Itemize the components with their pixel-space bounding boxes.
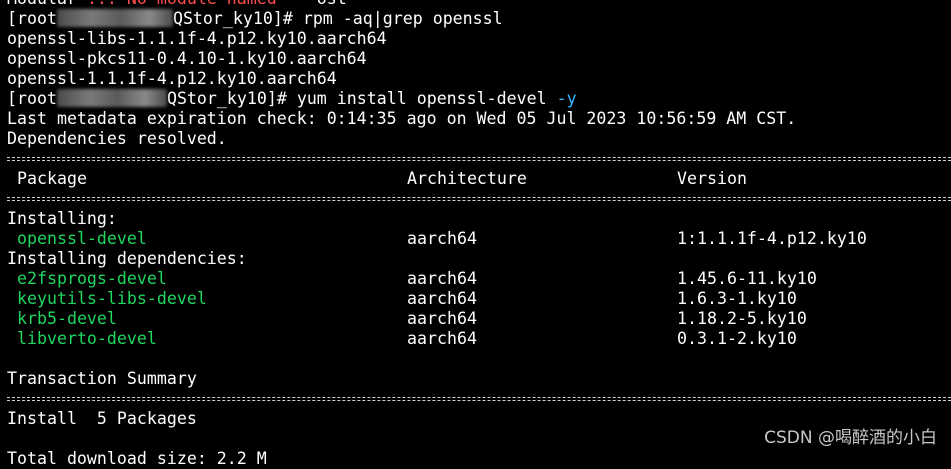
separator-rule: [7, 149, 951, 169]
package-arch: aarch64: [407, 269, 477, 288]
package-name: krb5-devel: [17, 309, 117, 328]
metadata-line: Last metadata expiration check: 0:14:35 …: [7, 109, 797, 128]
package-arch: aarch64: [407, 309, 477, 328]
package-version: 1.18.2-5.ky10: [677, 309, 807, 328]
installing-label: Installing:: [7, 209, 117, 228]
rpm-command-line: [root QStor_ky10]# rpm -aq|grep openssl: [7, 9, 951, 29]
terminal-text: Modular: [7, 0, 87, 8]
rpm-command: rpm -aq|grep openssl: [302, 9, 503, 28]
redacted-hostname: [56, 9, 173, 27]
separator-rule: [7, 389, 951, 409]
csdn-watermark: CSDN @喝醉酒的小白: [764, 428, 937, 448]
package-version: 1.6.3-1.ky10: [677, 289, 797, 308]
prompt-user: [root: [7, 89, 57, 108]
package-name: e2fsprogs-devel: [17, 269, 167, 288]
yum-flag: -y: [556, 89, 577, 108]
package-name: libverto-devel: [17, 329, 157, 348]
terminal-output[interactable]: Modular ... No module named ost [root QSt…: [7, 0, 951, 469]
package-arch: aarch64: [407, 329, 477, 348]
package-arch: aarch64: [407, 289, 477, 308]
separator-rule: [7, 189, 951, 209]
download-size-line: Total download size: 2.2 M: [7, 449, 267, 468]
transaction-summary-title: Transaction Summary: [7, 369, 197, 388]
error-text: ... No module named: [87, 0, 287, 8]
table-row: krb5-devel aarch64 1.18.2-5.ky10: [7, 309, 951, 329]
package-name: openssl-devel: [17, 229, 147, 248]
table-row: libverto-devel aarch64 0.3.1-2.ky10: [7, 329, 951, 349]
package-version: 0.3.1-2.ky10: [677, 329, 797, 348]
rpm-output-line: openssl-libs-1.1.1f-4.p12.ky10.aarch64: [7, 29, 387, 48]
dependencies-label: Installing dependencies:: [7, 249, 247, 268]
table-row: openssl-devel aarch64 1:1.1.1f-4.p12.ky1…: [7, 229, 951, 249]
yum-command-line: [root QStor_ky10]# yum install openssl-de…: [7, 89, 951, 109]
package-arch: aarch64: [407, 229, 477, 248]
header-architecture: Architecture: [407, 169, 527, 188]
package-version: 1:1.1.1f-4.p12.ky10: [677, 229, 867, 248]
table-row: e2fsprogs-devel aarch64 1.45.6-11.ky10: [7, 269, 951, 289]
header-package: Package: [17, 169, 87, 188]
table-header-row: Package Architecture Version: [7, 169, 951, 189]
package-name: keyutils-libs-devel: [17, 289, 207, 308]
prompt-host: QStor_ky10]#: [172, 9, 303, 28]
header-version: Version: [677, 169, 747, 188]
table-row: keyutils-libs-devel aarch64 1.6.3-1.ky10: [7, 289, 951, 309]
prompt-host: QStor_ky10]#: [166, 89, 297, 108]
terminal-line: Modular ... No module named ost: [7, 0, 951, 9]
prompt-user: [root: [7, 9, 57, 28]
rpm-output-line: openssl-pkcs11-0.4.10-1.ky10.aarch64: [7, 49, 367, 68]
deps-resolved-line: Dependencies resolved.: [7, 129, 227, 148]
package-version: 1.45.6-11.ky10: [677, 269, 817, 288]
redacted-hostname: [56, 89, 167, 107]
rpm-output-line: openssl-1.1.1f-4.p12.ky10.aarch64: [7, 69, 337, 88]
terminal-text: ost: [287, 0, 347, 8]
yum-command: yum install openssl-devel: [296, 89, 557, 108]
